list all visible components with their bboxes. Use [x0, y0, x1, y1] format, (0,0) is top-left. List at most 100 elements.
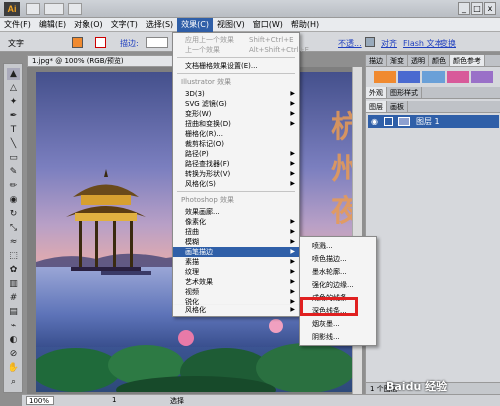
menu-window[interactable]: 窗口(W) [249, 18, 287, 32]
blend-tool-icon[interactable]: ◐ [7, 334, 20, 346]
menu-distort-transform[interactable]: 扭曲和变换(D) ▶ [173, 119, 299, 129]
menu-blur[interactable]: 模糊 ▶ [173, 237, 299, 247]
tab-layers[interactable]: 图层 [366, 101, 387, 112]
layer-row[interactable]: ◉ 图层 1 [368, 115, 499, 128]
direct-selection-tool-icon[interactable]: △ [7, 82, 20, 94]
tab-color[interactable]: 颜色 [429, 55, 450, 66]
close-button[interactable]: x [484, 2, 496, 15]
separator [177, 191, 295, 192]
line-tool-icon[interactable]: ╲ [7, 138, 20, 150]
zoom-field[interactable]: 100% [26, 396, 54, 405]
swatch-purple[interactable] [470, 71, 494, 83]
menu-object[interactable]: 对象(O) [70, 18, 107, 32]
magic-wand-tool-icon[interactable]: ✦ [7, 96, 20, 108]
hand-tool-icon[interactable]: ✋ [7, 362, 20, 374]
tab-artboards[interactable]: 画板 [387, 101, 408, 112]
menu-crop-marks[interactable]: 裁剪标记(O) [173, 139, 299, 149]
menu-rasterize[interactable]: 栅格化(R)... [173, 129, 299, 139]
menu-type[interactable]: 文字(T) [107, 18, 142, 32]
menu-help[interactable]: 帮助(H) [287, 18, 323, 32]
stroke-weight-field[interactable] [146, 37, 168, 48]
submenu-crosshatch[interactable]: 阴影线... [300, 332, 376, 342]
recolor-icon[interactable] [365, 37, 375, 47]
mesh-tool-icon[interactable]: # [7, 292, 20, 304]
submenu-accented-edges[interactable]: 强化的边缘... [300, 280, 376, 290]
submenu-sprayed-strokes[interactable]: 喷色描边... [300, 254, 376, 264]
stroke-label[interactable]: 描边: [120, 38, 139, 49]
flash-text-link[interactable]: Flash 文本 [403, 38, 443, 49]
swatch-orange[interactable] [374, 71, 397, 83]
fill-swatch[interactable] [72, 37, 83, 48]
tab-color-guide[interactable]: 颜色参考 [450, 55, 485, 66]
scale-tool-icon[interactable]: ⤡ [7, 222, 20, 234]
zoom-tool-icon[interactable]: ⌕ [7, 376, 20, 388]
menu-texture[interactable]: 纹理 ▶ [173, 267, 299, 277]
rotate-tool-icon[interactable]: ↻ [7, 208, 20, 220]
page-number[interactable]: 1 [112, 396, 116, 404]
graph-tool-icon[interactable]: ▥ [7, 278, 20, 290]
layer-name[interactable]: 图层 1 [416, 115, 440, 128]
eyedropper-tool-icon[interactable]: ⌁ [7, 320, 20, 332]
warp-tool-icon[interactable]: ≈ [7, 236, 20, 248]
opacity-link[interactable]: 不透... [338, 38, 362, 49]
menu-convert-to-shape[interactable]: 转换为形状(V) ▶ [173, 169, 299, 179]
stroke-swatch[interactable] [95, 37, 106, 48]
view-mode-button[interactable] [68, 3, 82, 15]
swatch-light-blue[interactable] [422, 71, 445, 83]
tab-stroke[interactable]: 描边 [366, 55, 387, 66]
transform-link[interactable]: 变换 [440, 38, 456, 49]
tab-gradient[interactable]: 渐变 [387, 55, 408, 66]
menu-warp[interactable]: 变形(W) ▶ [173, 109, 299, 119]
brush-strokes-submenu: 喷溅... 喷色描边... 墨水轮廓... 强化的边缘... 成角的线条... … [299, 236, 377, 346]
menu-3d[interactable]: 3D(3) ▶ [173, 89, 299, 99]
tab-graphic-styles[interactable]: 图形样式 [387, 87, 422, 98]
tab-transparency[interactable]: 透明 [408, 55, 429, 66]
arrange-documents-button[interactable] [44, 3, 64, 15]
slice-tool-icon[interactable]: ⊘ [7, 348, 20, 360]
minimize-button[interactable]: _ [458, 2, 470, 15]
menu-view[interactable]: 视图(V) [213, 18, 249, 32]
menu-raster-settings[interactable]: 文档栅格效果设置(E)... [173, 61, 299, 71]
control-label: 文字 [8, 39, 24, 48]
align-link[interactable]: 对齐 [381, 38, 397, 49]
menu-effect[interactable]: 效果(C) [177, 17, 213, 32]
swatch-blue[interactable] [398, 71, 421, 83]
menu-effect-gallery[interactable]: 效果画廊... [173, 207, 299, 217]
menu-distort[interactable]: 扭曲 ▶ [173, 227, 299, 237]
menu-video[interactable]: 视频 ▶ [173, 287, 299, 297]
bridge-button[interactable] [26, 3, 40, 15]
menu-pixelate[interactable]: 像素化 ▶ [173, 217, 299, 227]
submenu-ink-outlines[interactable]: 墨水轮廓... [300, 267, 376, 277]
menu-edit[interactable]: 编辑(E) [35, 18, 70, 32]
menu-brush-strokes[interactable]: 画笔描边 ▶ [173, 247, 299, 257]
menu-file[interactable]: 文件(F) [0, 18, 35, 32]
selection-tool-icon[interactable]: ▲ [7, 68, 20, 80]
menu-pathfinder[interactable]: 路径查找器(F) ▶ [173, 159, 299, 169]
type-tool-icon[interactable]: T [7, 124, 20, 136]
layer-thumbnail [398, 117, 410, 126]
menu-path[interactable]: 路径(P) ▶ [173, 149, 299, 159]
symbol-sprayer-tool-icon[interactable]: ✿ [7, 264, 20, 276]
panel-tabs-top: 描边 渐变 透明 颜色 颜色参考 [366, 55, 500, 67]
submenu-spatter[interactable]: 喷溅... [300, 241, 376, 251]
rectangle-tool-icon[interactable]: ▭ [7, 152, 20, 164]
swatch-pink[interactable] [446, 71, 469, 83]
menu-artistic[interactable]: 艺术效果 ▶ [173, 277, 299, 287]
gradient-tool-icon[interactable]: ▤ [7, 306, 20, 318]
effect-menu-tail: 风格化 ▶ [172, 305, 300, 317]
menu-stylize-photoshop[interactable]: 风格化 ▶ [173, 305, 299, 315]
pencil-tool-icon[interactable]: ✏ [7, 180, 20, 192]
paintbrush-tool-icon[interactable]: ✎ [7, 166, 20, 178]
menu-svg-filters[interactable]: SVG 滤镜(G) ▶ [173, 99, 299, 109]
menu-stylize-illustrator[interactable]: 风格化(S) ▶ [173, 179, 299, 189]
blob-brush-tool-icon[interactable]: ◉ [7, 194, 20, 206]
free-transform-tool-icon[interactable]: ⬚ [7, 250, 20, 262]
tab-appearance[interactable]: 外观 [366, 87, 387, 98]
menu-select[interactable]: 选择(S) [142, 18, 177, 32]
submenu-sumi-e[interactable]: 烟灰墨... [300, 319, 376, 329]
menu-sketch[interactable]: 素描 ▶ [173, 257, 299, 267]
maximize-button[interactable]: □ [471, 2, 483, 15]
lock-toggle[interactable] [384, 117, 393, 126]
pen-tool-icon[interactable]: ✒ [7, 110, 20, 122]
eye-icon[interactable]: ◉ [371, 115, 378, 128]
